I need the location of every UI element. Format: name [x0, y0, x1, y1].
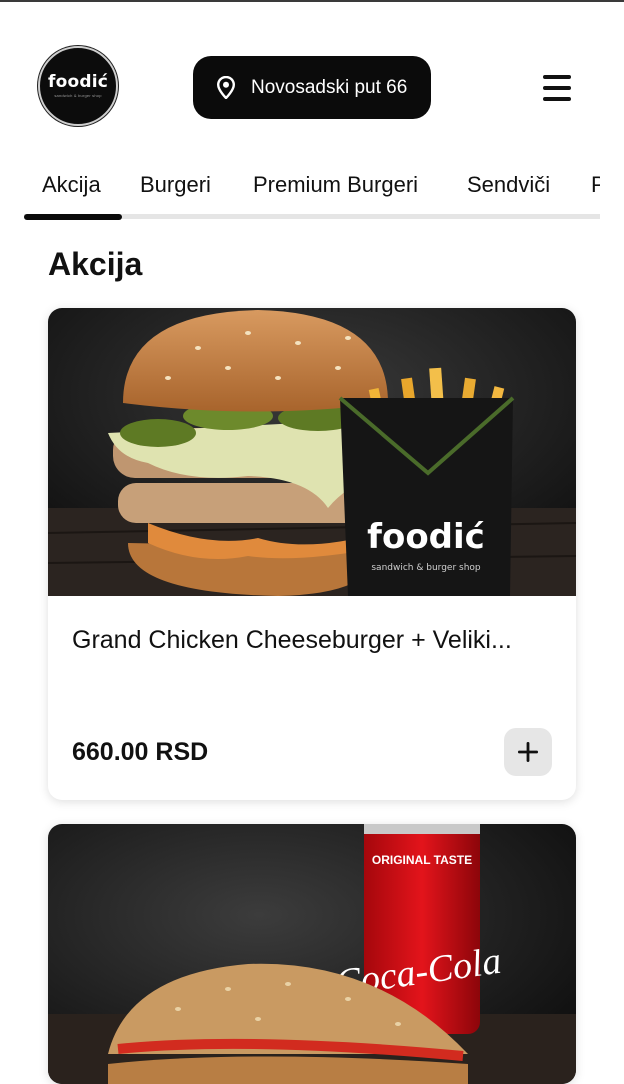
- tab-partial[interactable]: P: [591, 172, 600, 198]
- tab-premium-burgeri[interactable]: Premium Burgeri: [253, 172, 418, 198]
- product-image: foodić sandwich & burger shop: [48, 308, 576, 596]
- add-to-cart-button[interactable]: [504, 728, 552, 776]
- plus-icon: [518, 742, 538, 762]
- section-title: Akcija: [48, 246, 143, 282]
- top-border: [0, 0, 624, 2]
- logo-subtext: sandwich & burger shop: [54, 93, 102, 98]
- product-price: 660.00 RSD: [72, 738, 209, 766]
- logo-text: foodić: [47, 72, 109, 92]
- tab-akcija[interactable]: Akcija: [42, 172, 101, 198]
- location-button[interactable]: Novosadski put 66: [193, 56, 431, 119]
- product-name: Grand Chicken Cheeseburger + Veliki...: [72, 626, 512, 654]
- box-logo-subtext: sandwich & burger shop: [371, 563, 481, 573]
- product-card[interactable]: foodić sandwich & burger shop Grand Chic…: [48, 308, 576, 800]
- hamburger-menu-icon[interactable]: [540, 72, 574, 104]
- product-image: ORIGINAL TASTE Coca-Cola: [48, 824, 576, 1084]
- brand-logo[interactable]: foodić sandwich & burger shop: [38, 46, 118, 126]
- category-tabs: Akcija Burgeri Premium Burgeri Sendviči …: [24, 160, 600, 222]
- box-logo-text: foodić: [367, 517, 485, 557]
- product-card[interactable]: ORIGINAL TASTE Coca-Cola: [48, 824, 576, 1084]
- tab-burgeri[interactable]: Burgeri: [140, 172, 211, 198]
- can-text: ORIGINAL TASTE: [372, 853, 472, 867]
- location-label: Novosadski put 66: [251, 76, 408, 98]
- tab-sendvici[interactable]: Sendviči: [467, 172, 550, 198]
- location-pin-icon: [217, 76, 235, 99]
- active-tab-indicator: [24, 214, 122, 220]
